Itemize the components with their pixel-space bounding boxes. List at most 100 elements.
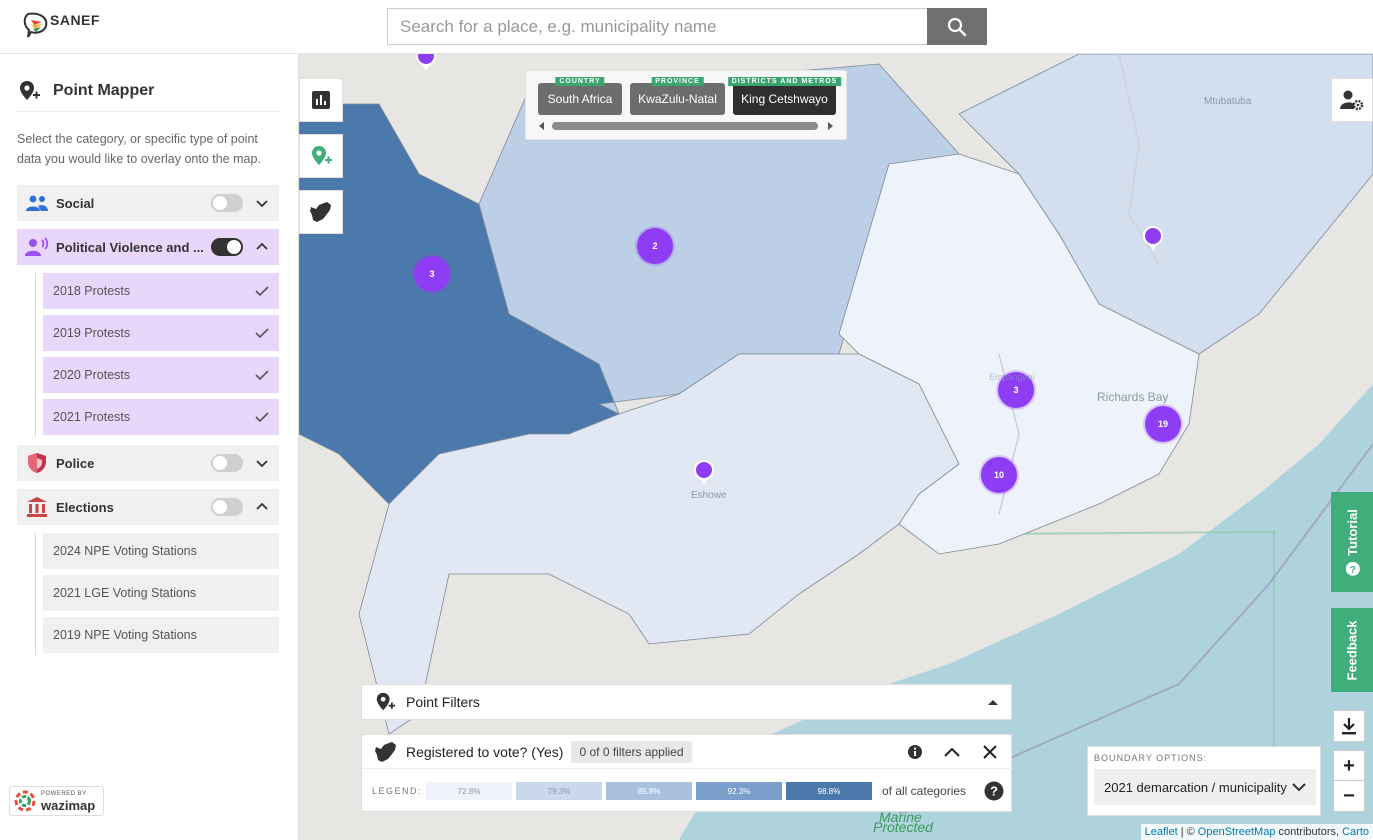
item-label: 2019 NPE Voting Stations [53,628,197,642]
profile-settings-button[interactable] [1331,78,1373,122]
item-2024-npe-voting-stations[interactable]: 2024 NPE Voting Stations [43,533,279,569]
boundary-value: 2021 demarcation / municipality [1104,779,1287,795]
search-button[interactable] [927,8,987,45]
arrow-left-icon[interactable] [538,122,546,130]
bar-chart-icon [312,91,330,109]
social-toggle[interactable] [211,194,243,212]
breadcrumb-tag: PROVINCE [651,77,704,86]
breadcrumb-country[interactable]: COUNTRY South Africa [538,77,622,115]
category-elections[interactable]: Elections [17,489,279,525]
cluster-marker[interactable]: 10 [981,457,1017,493]
legend-swatch[interactable]: 98.8% [786,782,872,800]
feedback-tab[interactable]: Feedback [1331,608,1373,692]
item-2019-protests[interactable]: 2019 Protests [43,315,279,351]
point-filters-title: Point Filters [406,694,480,710]
boundary-select[interactable]: 2021 demarcation / municipality [1094,769,1316,805]
search-bar [387,8,987,45]
building-icon [25,495,49,519]
boundary-label: BOUNDARY OPTIONS: [1094,753,1208,763]
powered-text: POWERED BY wazimap [41,790,95,812]
powered-by-wazimap[interactable]: POWERED BY wazimap [9,786,104,816]
map-pin-plus-icon [20,80,40,100]
shield-icon [25,451,49,475]
people-icon [25,191,49,215]
sea-label: Protected [873,819,933,835]
arrow-right-icon[interactable] [826,122,834,130]
sanef-logo[interactable]: SANEF [22,10,100,40]
chevron-up-icon[interactable] [941,745,963,759]
svg-text:?: ? [990,784,998,799]
category-political-violence[interactable]: Political Violence and ... [17,229,279,265]
download-icon [1342,718,1356,735]
user-gear-icon [1340,90,1364,111]
category-social[interactable]: Social [17,185,279,221]
item-label: 2019 Protests [53,326,131,340]
info-icon[interactable] [907,744,923,760]
attribution-contrib: contributors, [1275,826,1343,838]
header: SANEF [0,0,1373,54]
breadcrumb-district[interactable]: DISTRICTS AND METROS King Cetshwayo [727,77,842,115]
breadcrumb-label: King Cetshwayo [741,92,828,106]
item-2021-lge-voting-stations[interactable]: 2021 LGE Voting Stations [43,575,279,611]
point-marker-icon[interactable] [1143,226,1163,252]
point-marker-icon[interactable] [694,460,714,486]
help-circle-icon[interactable]: ? [984,781,1004,801]
carto-link[interactable]: Carto [1342,826,1369,838]
panel-description: Select the category, or specific type of… [17,132,261,166]
scroll-thumb[interactable] [552,122,818,130]
osm-link[interactable]: OpenStreetMap [1198,826,1276,838]
filters-badge[interactable]: 0 of 0 filters applied [571,740,692,763]
cluster-marker[interactable]: 2 [637,228,673,264]
legend-swatch[interactable]: 72.8% [426,782,512,800]
tutorial-label: Tutorial [1344,508,1360,556]
zoom-in-button[interactable]: + [1333,750,1365,782]
point-mapper-button[interactable] [299,134,343,178]
item-2019-npe-voting-stations[interactable]: 2019 NPE Voting Stations [43,617,279,653]
legend-swatch[interactable]: 79.3% [516,782,602,800]
leaflet-link[interactable]: Leaflet [1145,826,1178,838]
point-filters-panel[interactable]: Point Filters [361,684,1012,720]
place-label: Empangeni [989,372,1035,382]
cluster-marker[interactable]: 3 [414,256,450,292]
legend-swatch[interactable]: 92.3% [696,782,782,800]
panel-title: Point Mapper [53,81,155,99]
legend-swatch[interactable]: 85.8% [606,782,692,800]
map-attribution: Leaflet | © OpenStreetMap contributors, … [1140,824,1373,840]
place-label: Richards Bay [1097,390,1169,404]
rich-data-button[interactable] [299,78,343,122]
breadcrumb-scrollbar[interactable] [538,121,836,131]
police-toggle[interactable] [211,454,243,472]
item-2018-protests[interactable]: 2018 Protests [43,273,279,309]
chevron-up-icon[interactable] [255,240,269,254]
download-button[interactable] [1333,710,1365,742]
close-icon[interactable] [979,744,1001,760]
political-violence-toggle[interactable] [211,238,243,256]
item-label: 2020 Protests [53,368,131,382]
item-2020-protests[interactable]: 2020 Protests [43,357,279,393]
category-label: Political Violence and ... [56,239,204,255]
map-canvas[interactable] [299,54,1373,840]
breadcrumb-province[interactable]: PROVINCE KwaZulu-Natal [630,77,725,115]
point-mapper-panel: Point Mapper Select the category, or spe… [0,54,299,840]
item-2021-protests[interactable]: 2021 Protests [43,399,279,435]
tutorial-tab[interactable]: ? Tutorial [1331,492,1373,592]
legend: LEGEND: 72.8% 79.3% 85.8% 92.3% 98.8% of… [372,781,1004,801]
caret-up-icon[interactable] [987,698,999,706]
search-input[interactable] [387,8,927,45]
zoom-out-button[interactable]: − [1333,780,1365,812]
chevron-up-icon[interactable] [255,500,269,514]
map-choropleth-panel: Registered to vote? (Yes) 0 of 0 filters… [361,734,1013,812]
category-label: Elections [56,499,114,515]
chevron-down-icon[interactable] [255,196,269,210]
cluster-marker[interactable]: 19 [1145,406,1181,442]
speaker-person-icon [25,235,49,259]
elections-toggle[interactable] [211,498,243,516]
boundary-options: BOUNDARY OPTIONS: 2021 demarcation / mun… [1087,746,1321,816]
chevron-down-icon[interactable] [255,456,269,470]
choropleth-header: Registered to vote? (Yes) 0 of 0 filters… [362,735,1013,769]
data-mapper-button[interactable] [299,190,343,234]
map-view[interactable]: 3 2 3 19 10 Richards Bay Mtubatuba Eshow… [299,54,1373,840]
category-police[interactable]: Police [17,445,279,481]
point-marker-icon[interactable] [416,54,436,72]
help-circle-icon: ? [1345,561,1360,576]
